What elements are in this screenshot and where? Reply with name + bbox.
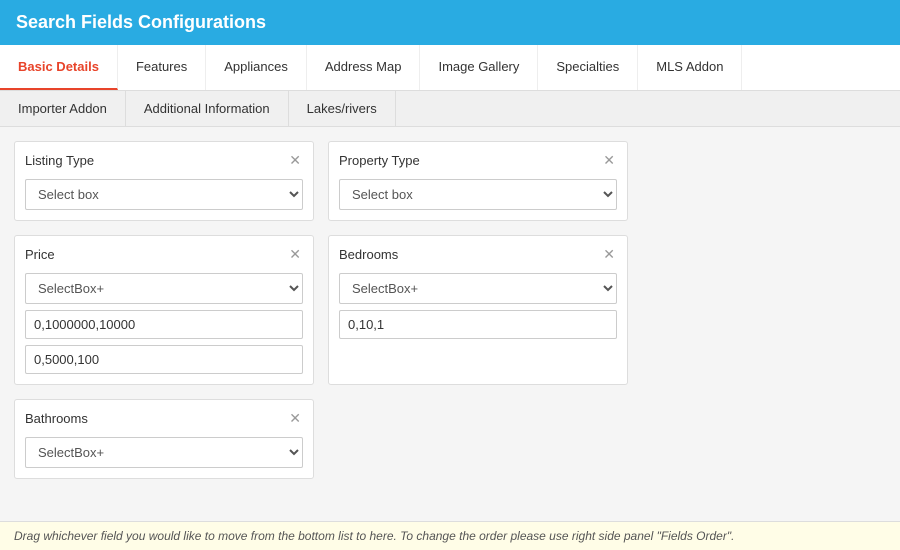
listing-type-card: Listing Type ✕ Select box Checkbox Radio	[14, 141, 314, 221]
price-range2-input[interactable]	[25, 345, 303, 374]
bedrooms-header: Bedrooms ✕	[339, 246, 617, 263]
bathrooms-close[interactable]: ✕	[287, 410, 303, 427]
price-close[interactable]: ✕	[287, 246, 303, 263]
bedrooms-label: Bedrooms	[339, 247, 398, 262]
property-type-label: Property Type	[339, 153, 420, 168]
page-header: Search Fields Configurations	[0, 0, 900, 45]
listing-type-close[interactable]: ✕	[287, 152, 303, 169]
content-area: Listing Type ✕ Select box Checkbox Radio…	[0, 127, 900, 505]
property-type-close[interactable]: ✕	[601, 152, 617, 169]
bathrooms-header: Bathrooms ✕	[25, 410, 303, 427]
listing-type-select[interactable]: Select box Checkbox Radio	[25, 179, 303, 210]
price-select[interactable]: SelectBox+ Select box Checkbox	[25, 273, 303, 304]
property-type-card: Property Type ✕ Select box Checkbox Radi…	[328, 141, 628, 221]
bedrooms-card: Bedrooms ✕ SelectBox+ Select box Checkbo…	[328, 235, 628, 385]
price-label: Price	[25, 247, 55, 262]
bedrooms-select[interactable]: SelectBox+ Select box Checkbox	[339, 273, 617, 304]
bathrooms-label: Bathrooms	[25, 411, 88, 426]
bedrooms-close[interactable]: ✕	[601, 246, 617, 263]
tab-basic-details[interactable]: Basic Details	[0, 45, 118, 90]
bathrooms-card: Bathrooms ✕ SelectBox+ Select box Checkb…	[14, 399, 314, 479]
price-range1-input[interactable]	[25, 310, 303, 339]
bedrooms-range-input[interactable]	[339, 310, 617, 339]
listing-type-header: Listing Type ✕	[25, 152, 303, 169]
listing-type-label: Listing Type	[25, 153, 94, 168]
tab-mls-addon[interactable]: MLS Addon	[638, 45, 742, 90]
tab-features[interactable]: Features	[118, 45, 206, 90]
property-type-select[interactable]: Select box Checkbox Radio	[339, 179, 617, 210]
tab-specialties[interactable]: Specialties	[538, 45, 638, 90]
tabs-row2: Importer Addon Additional Information La…	[0, 91, 900, 127]
tab-importer-addon[interactable]: Importer Addon	[0, 91, 126, 126]
tab-appliances[interactable]: Appliances	[206, 45, 307, 90]
price-card: Price ✕ SelectBox+ Select box Checkbox	[14, 235, 314, 385]
bathrooms-select[interactable]: SelectBox+ Select box Checkbox	[25, 437, 303, 468]
property-type-header: Property Type ✕	[339, 152, 617, 169]
tab-lakes-rivers[interactable]: Lakes/rivers	[289, 91, 396, 126]
footer-bar: Drag whichever field you would like to m…	[0, 521, 900, 550]
tabs-row1: Basic Details Features Appliances Addres…	[0, 45, 900, 91]
price-header: Price ✕	[25, 246, 303, 263]
page-title: Search Fields Configurations	[16, 12, 266, 32]
tab-address-map[interactable]: Address Map	[307, 45, 421, 90]
tab-image-gallery[interactable]: Image Gallery	[420, 45, 538, 90]
tab-additional-information[interactable]: Additional Information	[126, 91, 289, 126]
footer-text: Drag whichever field you would like to m…	[14, 529, 734, 543]
